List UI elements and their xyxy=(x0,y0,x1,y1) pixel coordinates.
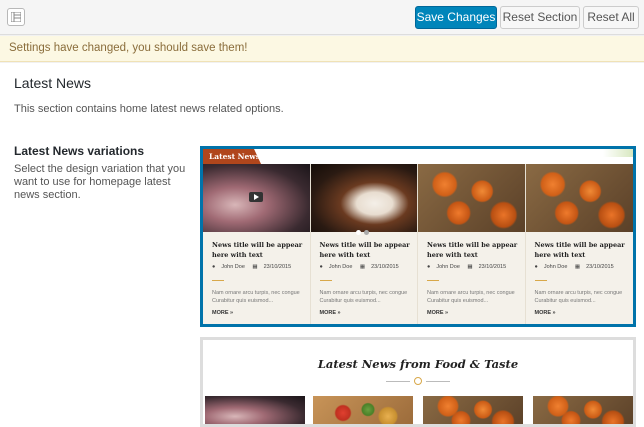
more-link: MORE » xyxy=(319,310,341,316)
unsaved-changes-notice: Settings have changed, you should save t… xyxy=(0,36,644,62)
news-columns: News title will be appear here with text… xyxy=(203,164,633,324)
user-icon: ● xyxy=(534,264,538,270)
preview-header: Latest News xyxy=(203,149,633,164)
top-toolbar: Save Changes Reset Section Reset All xyxy=(0,0,644,35)
news-thumbnail xyxy=(205,396,305,424)
slider-dot xyxy=(363,230,369,235)
news-image xyxy=(203,164,310,232)
play-icon xyxy=(249,192,263,202)
divider xyxy=(534,280,547,281)
news-image xyxy=(418,164,525,232)
preview-title: Latest News from Food & Taste xyxy=(317,357,519,371)
news-author: John Doe xyxy=(436,264,460,270)
news-excerpt: Nam ornare arcu turpis, nec congue Curab… xyxy=(427,290,515,304)
ornament-icon xyxy=(386,377,450,385)
user-icon: ● xyxy=(212,264,216,270)
news-excerpt: Nam ornare arcu turpis, nec congue Curab… xyxy=(534,290,623,304)
calendar-icon: ▦ xyxy=(252,264,258,270)
section-description: This section contains home latest news r… xyxy=(14,103,284,115)
news-title: News title will be appear here with text xyxy=(319,241,410,259)
news-meta: ● John Doe ▦ 23/10/2015 xyxy=(212,264,297,270)
variation-option-1-selected[interactable]: Latest News News title will be appear he… xyxy=(200,146,636,327)
news-date: 23/10/2015 xyxy=(478,264,507,270)
divider xyxy=(319,280,332,281)
news-meta: ● John Doe ▦ 23/10/2015 xyxy=(535,264,620,270)
news-author: John Doe xyxy=(221,264,245,270)
user-icon: ● xyxy=(427,264,431,270)
news-thumbnail xyxy=(423,396,523,424)
leaf-decoration-icon xyxy=(603,149,633,157)
news-card: News title will be appear here with text… xyxy=(203,164,311,324)
news-title: News title will be appear here with text xyxy=(427,241,518,259)
news-date: 23/10/2015 xyxy=(263,264,292,270)
option-description: Select the design variation that you wan… xyxy=(14,163,186,201)
slider-dot xyxy=(355,230,361,235)
layout-icon[interactable] xyxy=(7,8,25,26)
divider xyxy=(212,280,224,281)
option-title: Latest News variations xyxy=(14,144,145,158)
news-card: News title will be appear here with text… xyxy=(418,164,526,324)
news-meta: ● John Doe ▦ 23/10/2015 xyxy=(320,264,405,270)
news-thumbnail xyxy=(313,396,413,424)
news-thumbnail xyxy=(533,396,633,424)
calendar-icon: ▦ xyxy=(359,264,366,270)
news-image xyxy=(525,164,633,232)
variation-option-2[interactable]: Latest News from Food & Taste xyxy=(200,337,636,427)
calendar-icon: ▦ xyxy=(467,264,473,270)
divider xyxy=(427,280,439,281)
news-image xyxy=(310,164,417,235)
news-title: News title will be appear here with text xyxy=(212,241,303,259)
user-icon: ● xyxy=(319,264,323,270)
preview-label: Latest News xyxy=(203,149,261,164)
reset-all-button[interactable]: Reset All xyxy=(583,6,639,29)
news-card: News title will be appear here with text… xyxy=(310,164,418,324)
settings-panel: Latest News This section contains home l… xyxy=(0,63,644,427)
more-link: MORE » xyxy=(427,310,449,316)
news-title: News title will be appear here with text xyxy=(534,241,625,259)
reset-section-button[interactable]: Reset Section xyxy=(500,6,580,29)
news-card: News title will be appear here with text… xyxy=(525,164,633,324)
news-excerpt: Nam ornare arcu turpis, nec congue Curab… xyxy=(319,290,408,304)
section-title: Latest News xyxy=(14,75,92,91)
more-link: MORE » xyxy=(534,310,556,316)
news-meta: ● John Doe ▦ 23/10/2015 xyxy=(427,264,512,270)
save-changes-button[interactable]: Save Changes xyxy=(415,6,497,29)
news-excerpt: Nam ornare arcu turpis, nec congue Curab… xyxy=(212,290,300,304)
news-date: 23/10/2015 xyxy=(586,264,614,270)
news-author: John Doe xyxy=(328,264,353,270)
news-author: John Doe xyxy=(543,264,568,270)
calendar-icon: ▦ xyxy=(574,264,581,270)
more-link: MORE » xyxy=(212,310,234,316)
slider-dots xyxy=(355,222,376,235)
news-date: 23/10/2015 xyxy=(371,264,399,270)
